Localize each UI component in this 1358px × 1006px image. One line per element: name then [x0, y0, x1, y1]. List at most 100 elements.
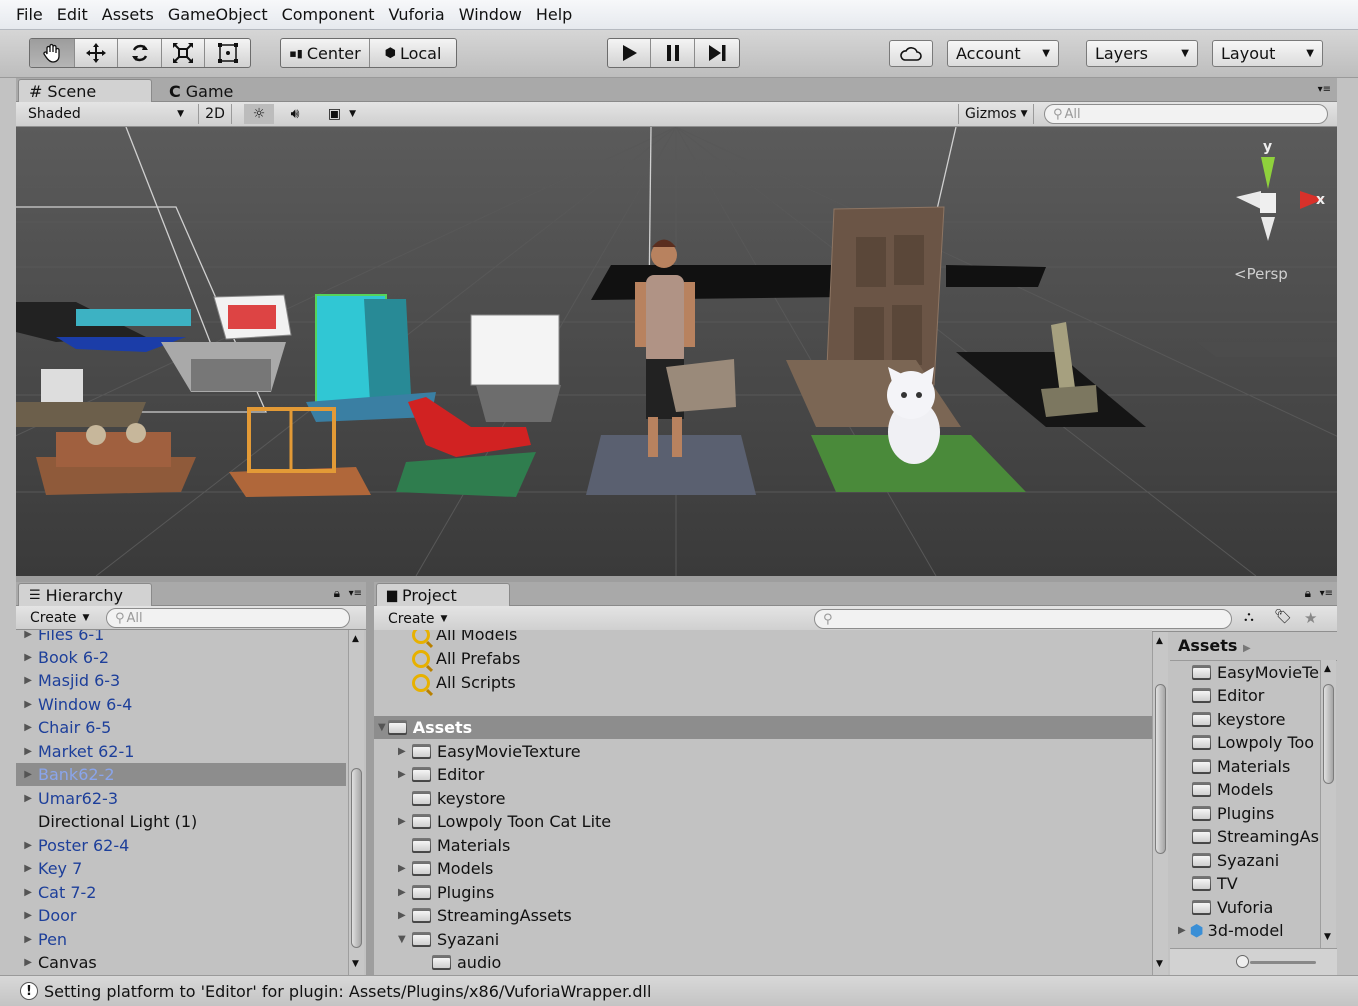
expand-arrow-icon[interactable]: ▶ — [16, 934, 38, 945]
expand-arrow-icon[interactable]: ▶ — [16, 746, 38, 757]
expand-arrow-icon[interactable]: ▶ — [16, 722, 38, 733]
expand-arrow-icon[interactable]: ▶ — [16, 675, 38, 686]
asset-folder[interactable]: Models — [1192, 778, 1273, 801]
scroll-up-icon[interactable]: ▲ — [1324, 664, 1331, 674]
panel-menu-icon[interactable]: ▾≡ — [1320, 588, 1333, 599]
tab-project[interactable]: ▆ Project — [376, 583, 510, 607]
filter-by-type-icon[interactable]: ⛬ — [1244, 609, 1254, 625]
lock-icon[interactable]: 🔒︎ — [1305, 586, 1311, 601]
project-folder-item[interactable]: keystore — [398, 787, 505, 810]
menu-window[interactable]: Window — [459, 5, 522, 24]
project-folder-item[interactable]: Materials — [398, 834, 510, 857]
hierarchy-item[interactable]: ▶ Pen — [16, 928, 346, 951]
favorite-item[interactable]: All Scripts — [412, 671, 516, 694]
expand-arrow-icon[interactable]: ▶ — [16, 793, 38, 804]
scene-viewport[interactable]: y x <Persp — [16, 127, 1337, 576]
project-folder-item[interactable]: ▶ StreamingAssets — [398, 904, 572, 927]
expand-arrow-icon[interactable]: ▶ — [1178, 925, 1186, 936]
asset-folder[interactable]: StreamingAs — [1192, 825, 1319, 848]
favorite-item[interactable]: All Prefabs — [412, 647, 520, 670]
asset-folder[interactable]: Plugins — [1192, 802, 1274, 825]
hierarchy-create-dropdown[interactable]: Create ▼ — [24, 608, 94, 628]
menu-help[interactable]: Help — [536, 5, 572, 24]
audio-toggle[interactable]: 🔊︎ — [278, 104, 312, 124]
menu-edit[interactable]: Edit — [57, 5, 88, 24]
project-tree-scroll-thumb[interactable] — [1155, 684, 1166, 854]
scene-search-input[interactable]: ⚲ All — [1044, 104, 1328, 124]
expand-arrow-icon[interactable]: ▶ — [16, 840, 38, 851]
tab-scene[interactable]: # Scene — [18, 79, 152, 103]
hierarchy-item[interactable]: ▶ Key 7 — [16, 857, 346, 880]
hierarchy-item[interactable]: ▶ Door — [16, 904, 346, 927]
menu-assets[interactable]: Assets — [102, 5, 154, 24]
expand-arrow-icon[interactable]: ▼ — [398, 934, 412, 945]
hierarchy-item[interactable]: ▶ Files 6-1 — [16, 630, 346, 646]
project-folder-item[interactable]: ▶ Lowpoly Toon Cat Lite — [398, 810, 611, 833]
assets-scrollbar[interactable]: ▲ ▼ — [1320, 660, 1336, 948]
scroll-up-icon[interactable]: ▲ — [1156, 636, 1163, 646]
project-create-dropdown[interactable]: Create ▼ — [382, 609, 454, 629]
project-folder-item[interactable]: ▶ Plugins — [398, 881, 494, 904]
asset-folder[interactable]: Syazani — [1192, 849, 1279, 872]
project-tree-scrollbar[interactable]: ▲ ▼ — [1152, 632, 1168, 975]
2d-toggle[interactable]: 2D — [198, 104, 232, 124]
tab-hierarchy[interactable]: ☰ Hierarchy — [18, 583, 152, 607]
hierarchy-scrollbar[interactable]: ▲ ▼ — [348, 630, 364, 975]
layers-dropdown[interactable]: Layers ▼ — [1086, 40, 1198, 67]
lighting-toggle[interactable]: ☼ — [244, 104, 274, 124]
step-button[interactable] — [695, 39, 739, 67]
hierarchy-item[interactable]: ▶ Masjid 6-3 — [16, 669, 346, 692]
menu-gameobject[interactable]: GameObject — [168, 5, 268, 24]
play-button[interactable] — [608, 39, 652, 67]
menu-vuforia[interactable]: Vuforia — [388, 5, 444, 24]
hierarchy-scroll-thumb[interactable] — [351, 768, 362, 948]
icon-size-slider-handle[interactable] — [1236, 955, 1249, 968]
asset-folder[interactable]: Lowpoly Too — [1192, 731, 1314, 754]
project-tree-root-assets[interactable]: ▼ Assets — [374, 716, 1152, 739]
expand-arrow-icon[interactable]: ▶ — [398, 746, 412, 757]
account-dropdown[interactable]: Account ▼ — [947, 40, 1059, 67]
hierarchy-item[interactable]: ▶ Window 6-4 — [16, 693, 346, 716]
asset-folder[interactable]: Vuforia — [1192, 896, 1273, 919]
expand-arrow-icon[interactable]: ▶ — [398, 887, 412, 898]
hierarchy-item[interactable]: ▶ Cat 7-2 — [16, 881, 346, 904]
project-folder-item[interactable]: ▶ Editor — [398, 763, 484, 786]
pause-button[interactable] — [651, 39, 695, 67]
hierarchy-item[interactable]: ▶ Book 6-2 — [16, 646, 346, 669]
project-folder-item[interactable]: ▶ Models — [398, 857, 493, 880]
expand-arrow-icon[interactable]: ▶ — [16, 630, 38, 640]
pivot-local-toggle[interactable]: ⬢ Local — [370, 39, 456, 67]
project-folder-item[interactable]: ▼ Syazani — [398, 928, 499, 951]
panel-menu-icon[interactable]: ▾≡ — [349, 588, 362, 599]
orientation-gizmo[interactable]: y x <Persp — [1206, 137, 1326, 283]
status-bar[interactable]: ! Setting platform to 'Editor' for plugi… — [0, 975, 1358, 1006]
expand-arrow-icon[interactable]: ▶ — [16, 769, 38, 780]
menu-component[interactable]: Component — [282, 5, 375, 24]
expand-arrow-icon[interactable]: ▶ — [398, 910, 412, 921]
shading-mode-dropdown[interactable]: Shaded ▼ — [22, 104, 190, 124]
hierarchy-item[interactable]: Directional Light (1) — [16, 810, 346, 833]
assets-scroll-thumb[interactable] — [1323, 684, 1334, 784]
icon-size-slider-track[interactable] — [1250, 961, 1316, 964]
favorite-star-icon[interactable]: ★ — [1304, 609, 1317, 627]
menu-file[interactable]: File — [16, 5, 43, 24]
pivot-center-toggle[interactable]: ▪▮ Center — [281, 39, 370, 67]
expand-arrow-icon[interactable]: ▶ — [16, 887, 38, 898]
hierarchy-item[interactable]: ▶ Poster 62-4 — [16, 834, 346, 857]
expand-arrow-icon[interactable]: ▶ — [16, 910, 38, 921]
asset-model[interactable]: ▶ ⬢ 3d-model — [1178, 919, 1284, 942]
expand-arrow-icon[interactable]: ▶ — [16, 652, 38, 663]
expand-arrow-icon[interactable]: ▼ — [378, 722, 386, 733]
expand-arrow-icon[interactable]: ▶ — [16, 699, 38, 710]
expand-arrow-icon[interactable]: ▶ — [398, 863, 412, 874]
scroll-up-icon[interactable]: ▲ — [352, 634, 359, 644]
rotate-tool-button[interactable] — [118, 39, 162, 67]
scroll-down-icon[interactable]: ▼ — [1324, 932, 1331, 942]
favorite-item[interactable]: All Models — [412, 630, 517, 646]
tab-game[interactable]: C Game — [158, 79, 268, 103]
scroll-down-icon[interactable]: ▼ — [352, 959, 359, 969]
effects-dropdown[interactable]: ▣ ▼ — [318, 104, 366, 124]
panel-splitter[interactable] — [366, 582, 374, 975]
hierarchy-item[interactable]: ▶ Market 62-1 — [16, 740, 346, 763]
expand-arrow-icon[interactable]: ▶ — [16, 863, 38, 874]
